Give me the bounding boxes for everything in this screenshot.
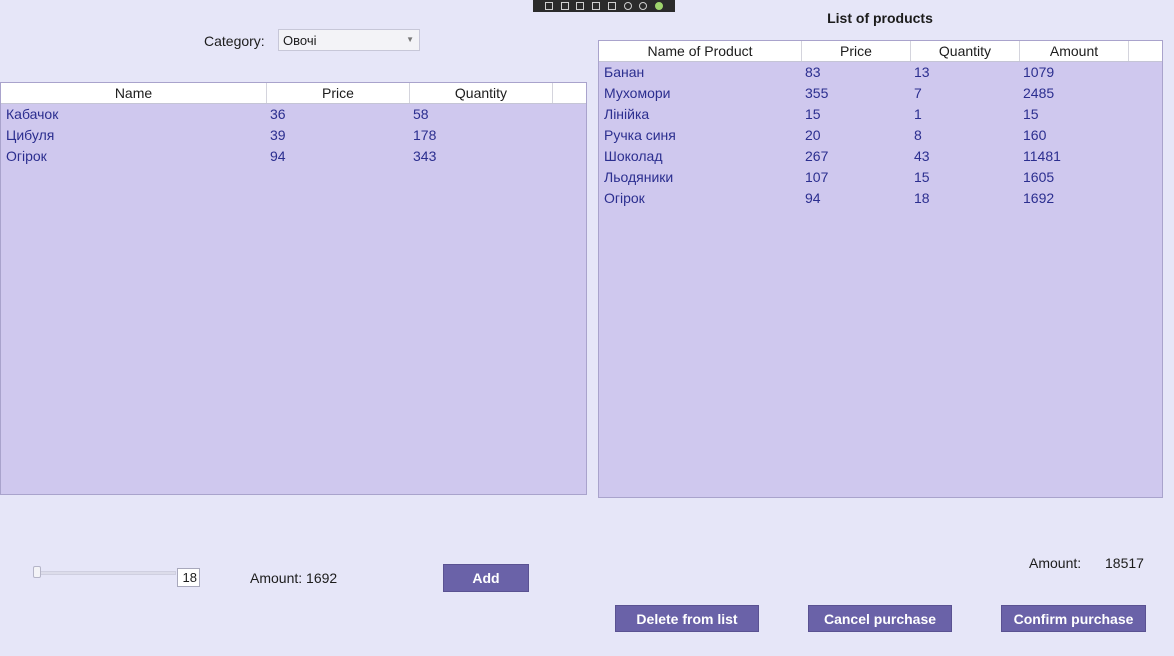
category-products-table[interactable]: Name Price Quantity Кабачок 36 58 Цибуля 39 1… — [0, 82, 587, 495]
delete-from-list-button[interactable]: Delete from list — [615, 605, 759, 632]
table-row[interactable]: Огірок 94 343 — [1, 146, 586, 167]
table-row[interactable]: Банан 83 13 1079 — [599, 62, 1162, 83]
cell-product-name: Мухомори — [604, 85, 671, 101]
category-dropdown[interactable]: Овочі ▼ — [278, 29, 420, 51]
column-header-name[interactable]: Name — [1, 83, 267, 103]
accessibility-icon[interactable] — [623, 2, 632, 10]
hot-reload-icon[interactable] — [607, 2, 616, 10]
cell-quantity: 18 — [914, 190, 930, 206]
cell-price: 83 — [805, 64, 821, 80]
cell-price: 94 — [805, 190, 821, 206]
cell-amount: 1079 — [1023, 64, 1055, 80]
cancel-purchase-button[interactable]: Cancel purchase — [808, 605, 952, 632]
table-header: Name of Product Price Quantity Amount — [599, 41, 1162, 62]
quantity-slider-track[interactable] — [36, 571, 176, 575]
table-row[interactable]: Льодяники 107 15 1605 — [599, 167, 1162, 188]
cell-amount: 15 — [1023, 106, 1039, 122]
cell-price: 39 — [270, 127, 286, 143]
cell-quantity: 7 — [914, 85, 922, 101]
products-list-title: List of products — [827, 10, 933, 26]
check-icon[interactable] — [655, 2, 664, 10]
table-row[interactable]: Огірок 94 18 1692 — [599, 188, 1162, 209]
cell-product-name: Льодяники — [604, 169, 674, 185]
cell-product-name: Лінійка — [604, 106, 650, 122]
table-row[interactable]: Шоколад 267 43 11481 — [599, 146, 1162, 167]
cell-amount: 1605 — [1023, 169, 1055, 185]
cell-product-name: Огірок — [604, 190, 645, 206]
purchase-list-table[interactable]: Name of Product Price Quantity Amount Ба… — [598, 40, 1163, 498]
cell-quantity: 43 — [914, 148, 930, 164]
column-header-amount[interactable]: Amount — [1020, 41, 1129, 61]
add-button[interactable]: Add — [443, 564, 529, 592]
cell-price: 36 — [270, 106, 286, 122]
cell-quantity: 178 — [413, 127, 437, 143]
column-header-price[interactable]: Price — [267, 83, 410, 103]
category-selected-value: Овочі — [283, 32, 317, 48]
category-label: Category: — [204, 33, 265, 49]
cell-price: 20 — [805, 127, 821, 143]
display-layout-icon[interactable] — [560, 2, 569, 10]
cell-amount: 11481 — [1023, 148, 1061, 164]
column-header-quantity[interactable]: Quantity — [410, 83, 553, 103]
column-header-product-name[interactable]: Name of Product — [599, 41, 802, 61]
cell-product-name: Ручка синя — [604, 127, 676, 143]
select-element-icon[interactable] — [544, 2, 553, 10]
cell-amount: 1692 — [1023, 190, 1055, 206]
table-row[interactable]: Мухомори 355 7 2485 — [599, 83, 1162, 104]
cell-quantity: 58 — [413, 106, 429, 122]
table-header: Name Price Quantity — [1, 83, 586, 104]
cell-name: Огірок — [6, 148, 47, 164]
quantity-input[interactable]: 18 — [177, 568, 200, 587]
table-row[interactable]: Лінійка 15 1 15 — [599, 104, 1162, 125]
column-header-filler — [1129, 41, 1162, 61]
quantity-slider-thumb[interactable] — [33, 566, 41, 578]
column-header-price[interactable]: Price — [802, 41, 911, 61]
cell-quantity: 8 — [914, 127, 922, 143]
cell-name: Кабачок — [6, 106, 59, 122]
cell-quantity: 1 — [914, 106, 922, 122]
total-amount-label: Amount: — [1029, 555, 1082, 571]
cell-product-name: Банан — [604, 64, 645, 80]
cell-price: 94 — [270, 148, 286, 164]
info-icon[interactable] — [639, 2, 648, 10]
selected-amount-text: Amount: 1692 — [250, 570, 338, 586]
cell-quantity: 15 — [914, 169, 930, 185]
cell-price: 355 — [805, 85, 829, 101]
cell-amount: 160 — [1023, 127, 1047, 143]
table-row[interactable]: Кабачок 36 58 — [1, 104, 586, 125]
chevron-down-icon: ▼ — [406, 35, 414, 44]
column-header-filler — [553, 83, 586, 103]
column-header-quantity[interactable]: Quantity — [911, 41, 1020, 61]
table-row[interactable]: Цибуля 39 178 — [1, 125, 586, 146]
cell-amount: 2485 — [1023, 85, 1055, 101]
cell-name: Цибуля — [6, 127, 55, 143]
debug-toolbar — [533, 0, 675, 12]
cell-quantity: 13 — [914, 64, 930, 80]
cell-price: 107 — [805, 169, 829, 185]
table-row[interactable]: Ручка синя 20 8 160 — [599, 125, 1162, 146]
cell-price: 267 — [805, 148, 829, 164]
cell-price: 15 — [805, 106, 821, 122]
total-amount-value: 18517 — [1105, 555, 1144, 571]
track-focus-icon[interactable] — [576, 2, 585, 10]
confirm-purchase-button[interactable]: Confirm purchase — [1001, 605, 1146, 632]
binding-icon[interactable] — [592, 2, 601, 10]
cell-product-name: Шоколад — [604, 148, 663, 164]
cell-quantity: 343 — [413, 148, 437, 164]
